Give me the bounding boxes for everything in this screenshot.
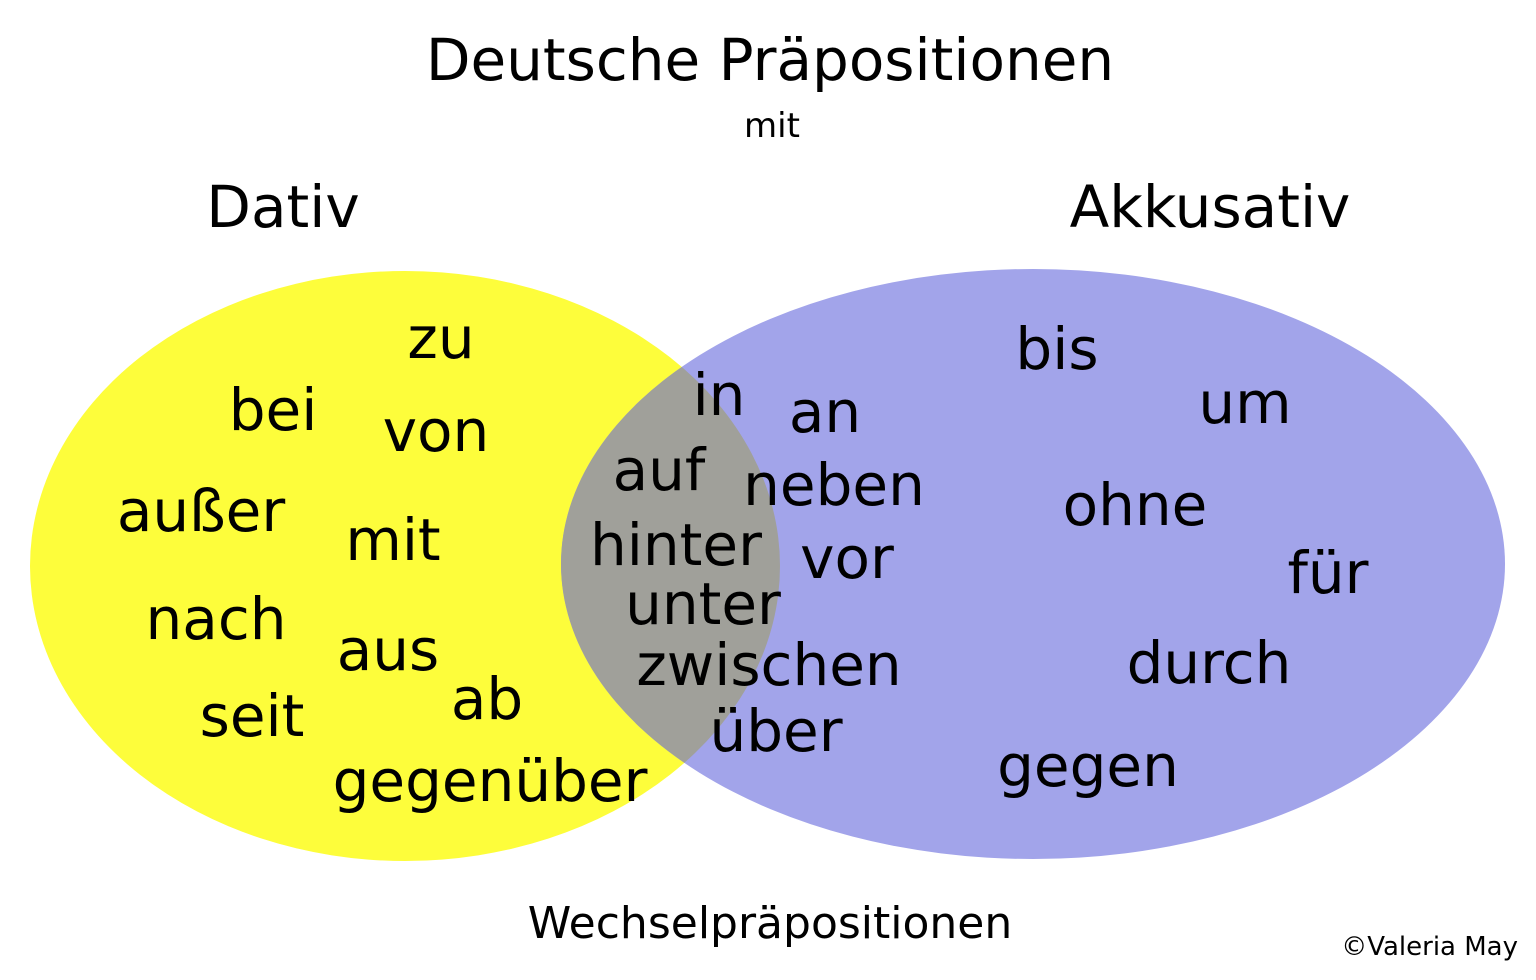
dativ-word: seit — [199, 682, 305, 750]
wechsel-word: unter — [625, 570, 781, 638]
dativ-word: gegenüber — [332, 747, 648, 815]
dativ-word: von — [382, 397, 490, 465]
wechsel-word: hinter — [590, 511, 762, 579]
dativ-word: zu — [407, 304, 475, 372]
wechsel-word: in — [692, 361, 746, 429]
diagram-title: Deutsche Präpositionen — [425, 26, 1115, 94]
wechsel-caption: Wechselpräpositionen — [527, 898, 1013, 949]
akkusativ-word: ohne — [1062, 471, 1208, 539]
dativ-word: nach — [145, 585, 287, 653]
diagram-subtitle: mit — [744, 106, 800, 146]
dativ-word: mit — [345, 506, 441, 574]
dativ-word: bei — [228, 376, 318, 444]
dativ-word: außer — [116, 477, 286, 545]
copyright-notice: ©Valeria May — [1341, 932, 1518, 962]
akkusativ-word: durch — [1126, 629, 1292, 697]
wechsel-word: auf — [612, 436, 706, 504]
akkusativ-word: gegen — [997, 732, 1179, 800]
dativ-word: ab — [450, 665, 524, 733]
wechsel-word: zwischen — [636, 631, 902, 699]
akkusativ-word: um — [1198, 369, 1292, 437]
wechsel-word: über — [709, 697, 843, 765]
dativ-word: aus — [336, 616, 440, 684]
wechsel-word: an — [788, 378, 862, 446]
akkusativ-label: Akkusativ — [1069, 173, 1351, 241]
venn-diagram-page: Deutsche Präpositionen mit Dativ Akkusat… — [0, 0, 1536, 980]
akkusativ-word: für — [1287, 539, 1369, 607]
wechsel-word: vor — [800, 524, 894, 592]
akkusativ-word: bis — [1015, 315, 1099, 383]
dativ-label: Dativ — [206, 173, 360, 241]
wechsel-word: neben — [743, 451, 925, 519]
